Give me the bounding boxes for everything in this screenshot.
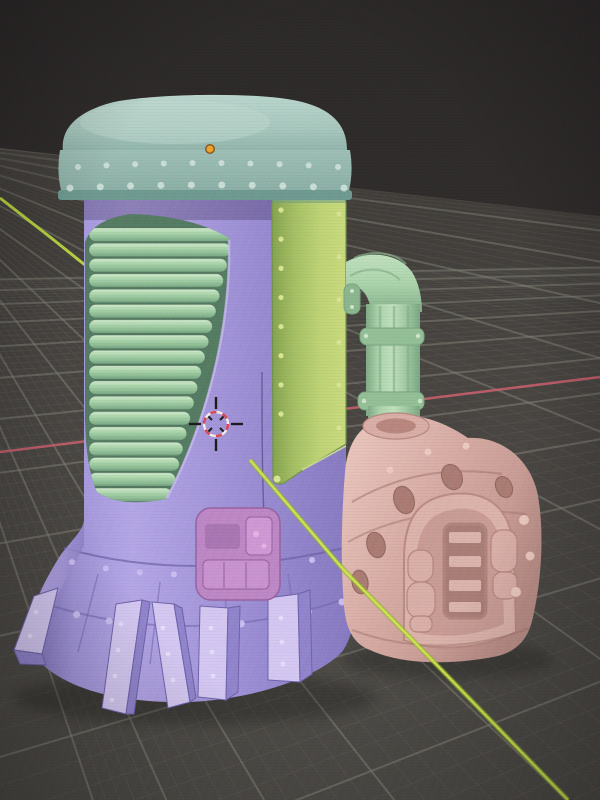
rivet	[118, 621, 124, 627]
leg-right	[267, 589, 313, 683]
rivet	[132, 161, 139, 168]
cap-dome	[58, 94, 352, 200]
rivet	[336, 254, 342, 260]
rivet	[336, 425, 342, 431]
rivet	[105, 617, 113, 625]
coil-tube	[88, 411, 191, 426]
rivet	[210, 673, 216, 679]
rivet	[340, 184, 348, 192]
rivet	[279, 182, 287, 190]
capsule-stack-left	[406, 549, 436, 633]
rivet	[33, 609, 39, 615]
rivet	[75, 164, 81, 170]
coil-tube	[88, 395, 195, 411]
rivet	[157, 181, 165, 189]
rivet	[280, 661, 286, 667]
coil-tube	[88, 426, 188, 441]
rivet	[309, 557, 315, 563]
rivet	[160, 160, 167, 167]
rivet	[127, 182, 135, 190]
rivet	[247, 160, 254, 167]
rivet	[335, 164, 341, 170]
rivet	[208, 625, 214, 631]
leg-center	[197, 605, 241, 701]
rivet	[278, 236, 284, 242]
rivet	[305, 162, 312, 169]
rivet	[309, 183, 317, 191]
rivet	[278, 615, 284, 621]
rivet	[278, 353, 284, 359]
rivet	[218, 160, 225, 167]
rivet	[336, 297, 342, 302]
rivet	[103, 162, 110, 169]
rivet	[209, 649, 215, 655]
console-box	[195, 507, 281, 601]
rivet	[278, 382, 284, 388]
rivet	[69, 559, 75, 565]
coil-tube	[88, 227, 230, 242]
rivet	[102, 565, 109, 572]
rivet	[336, 340, 342, 345]
ladder-vent	[442, 522, 488, 620]
rivet	[109, 697, 115, 703]
rivet	[187, 181, 195, 189]
rivet	[170, 571, 177, 578]
coil-tube	[88, 472, 177, 487]
coil-tube	[88, 441, 184, 457]
rivet	[278, 207, 284, 213]
rivet	[218, 181, 226, 189]
coil-tube	[88, 288, 221, 304]
rivet	[248, 181, 256, 189]
rivet	[278, 411, 284, 417]
coil-tube	[88, 365, 202, 380]
coil-tube	[88, 380, 199, 395]
viewport-canvas[interactable]	[0, 0, 600, 800]
coil-tube	[88, 334, 210, 350]
rivet	[136, 569, 143, 576]
rivet	[336, 211, 342, 217]
coil-tube	[88, 457, 180, 472]
rivet	[160, 625, 166, 631]
viewport-3d[interactable]	[0, 0, 600, 800]
arch-door	[403, 492, 518, 649]
rivet	[279, 639, 285, 645]
rivet	[73, 611, 81, 619]
rivet	[276, 161, 283, 168]
coil-tube	[88, 319, 213, 334]
rivet	[336, 382, 342, 388]
origin-dot	[205, 144, 215, 154]
rivet	[96, 183, 104, 191]
coil-tube	[88, 258, 228, 273]
rivet	[165, 651, 171, 657]
rivet	[27, 633, 33, 639]
rivet	[115, 647, 121, 653]
coil-tube	[88, 349, 206, 365]
rivet	[189, 160, 196, 167]
rivet	[170, 677, 176, 683]
rivet	[278, 323, 284, 330]
coil-tube	[88, 273, 224, 288]
rivet	[278, 265, 284, 271]
rivet	[66, 184, 74, 192]
rivet	[278, 294, 284, 301]
coil-tube	[88, 304, 217, 319]
rivet	[112, 673, 118, 679]
side-panel	[271, 194, 347, 485]
coil-tube	[88, 242, 230, 258]
